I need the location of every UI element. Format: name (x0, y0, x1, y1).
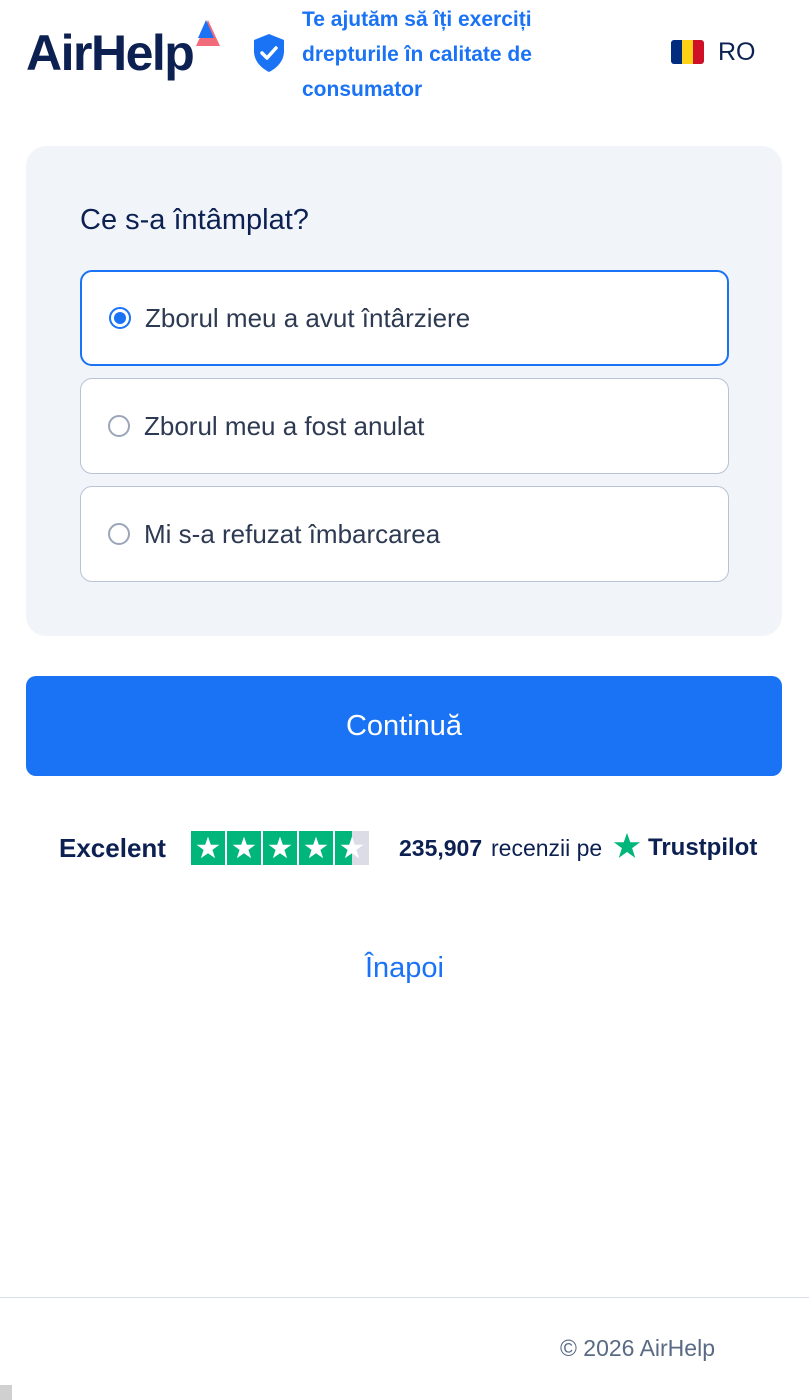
option-delayed[interactable]: Zborul meu a avut întârziere (80, 270, 729, 366)
options-list: Zborul meu a avut întârziere Zborul meu … (80, 270, 729, 594)
consumer-rights-tagline: Te ajutăm să îți exerciți drepturile în … (302, 8, 532, 101)
trustpilot-star-icon (613, 832, 641, 858)
trustpilot-brand: Trustpilot (648, 834, 758, 861)
reviews-text: recenzii pe (491, 835, 603, 861)
star-icon (299, 831, 333, 865)
option-cancelled[interactable]: Zborul meu a fost anulat (80, 378, 729, 474)
copyright: © 2026 AirHelp (559, 1335, 715, 1361)
language-code: RO (718, 37, 756, 66)
option-label: Zborul meu a fost anulat (144, 410, 425, 441)
airhelp-logo[interactable]: AirHelp (26, 28, 195, 78)
star-icon (227, 831, 261, 865)
radio-icon[interactable] (109, 307, 131, 329)
option-label: Mi s-a refuzat îmbarcarea (144, 518, 441, 549)
shield-check-icon (254, 34, 284, 72)
scrollbar-nub[interactable] (0, 1385, 12, 1400)
romania-flag-icon (671, 40, 704, 64)
trustpilot-rating-label: Excelent (59, 833, 166, 863)
option-label: Zborul meu a avut întârziere (145, 302, 471, 333)
back-link[interactable]: Înapoi (0, 952, 809, 985)
radio-icon[interactable] (108, 415, 130, 437)
star-icon (335, 831, 369, 865)
airhelp-logo-mark-icon (196, 20, 220, 46)
footer-divider (0, 1297, 809, 1298)
star-icon (263, 831, 297, 865)
option-denied-boarding[interactable]: Mi s-a refuzat îmbarcarea (80, 486, 729, 582)
continue-button[interactable]: Continuă (26, 676, 782, 776)
radio-icon[interactable] (108, 523, 130, 545)
trustpilot-stars (191, 831, 371, 865)
question-card: Ce s-a întâmplat? Zborul meu a avut întâ… (26, 146, 782, 636)
star-icon (191, 831, 225, 865)
language-selector[interactable]: RO (671, 38, 756, 66)
trustpilot-widget[interactable]: Excelent 235,907 recenzii pe Trustpilot (59, 831, 759, 867)
review-count: 235,907 (399, 835, 483, 861)
question-title: Ce s-a întâmplat? (80, 204, 309, 236)
header: AirHelp Te ajutăm să îți exerciți dreptu… (0, 0, 809, 110)
